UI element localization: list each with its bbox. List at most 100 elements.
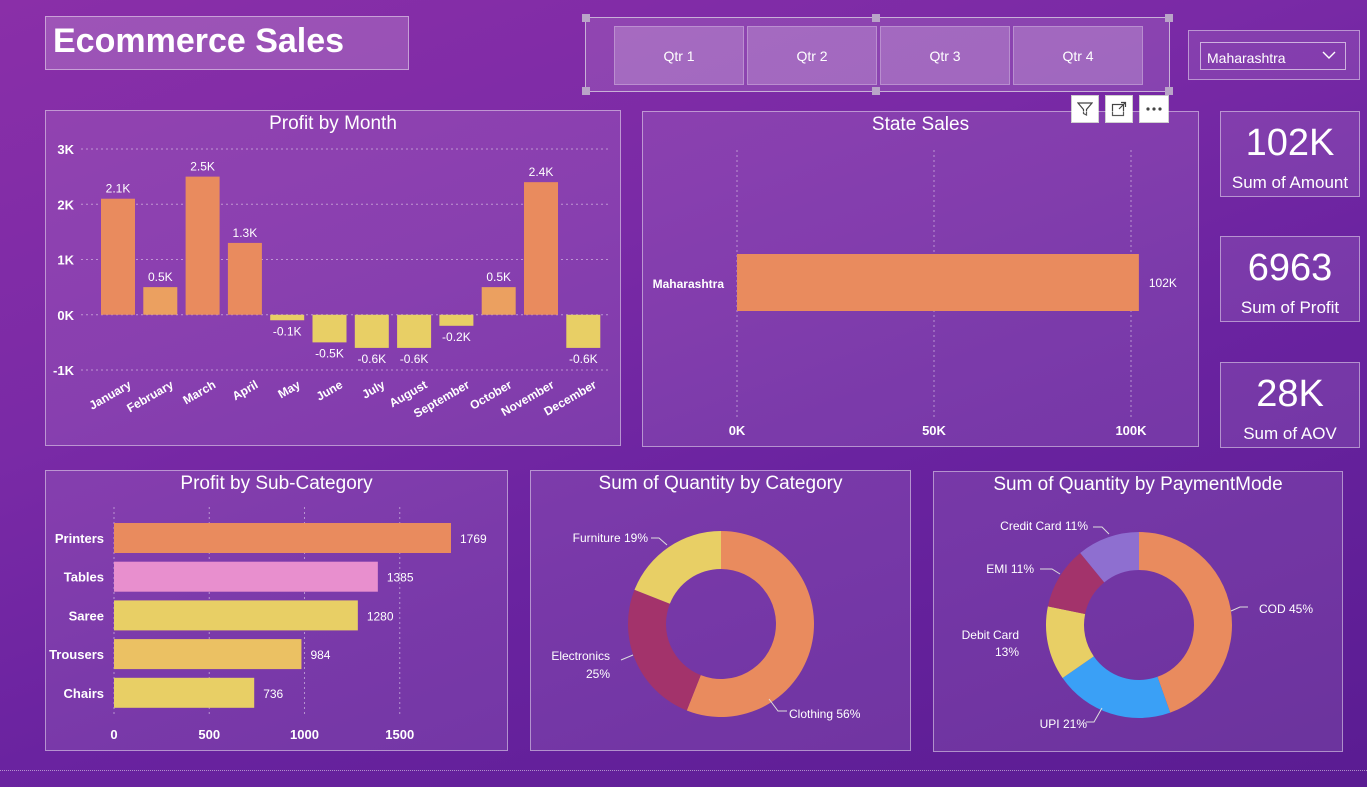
quantity-by-category-chart[interactable]: Sum of Quantity by Category Clothing 56%… [530, 470, 911, 751]
kpi-label: Sum of Amount [1231, 173, 1349, 192]
x-tick-label: June [314, 377, 346, 403]
state-dropdown[interactable]: Maharashtra [1200, 42, 1346, 70]
slice-label: Electronics [551, 649, 610, 663]
leader-line [620, 654, 634, 661]
y-tick-label: Saree [69, 608, 104, 623]
x-tick-label: 50K [922, 423, 946, 438]
qtr-3-button[interactable]: Qtr 3 [880, 26, 1010, 85]
resize-handle[interactable] [872, 87, 880, 95]
x-tick-label: May [275, 377, 302, 401]
state-sales-plot: 0K 50K 100K Maharashtra 102K [653, 150, 1177, 438]
data-label: 0.5K [148, 270, 173, 284]
resize-handle[interactable] [1165, 14, 1173, 22]
qtr-1-button[interactable]: Qtr 1 [614, 26, 744, 85]
leader-line [651, 537, 668, 546]
x-tick-label: 1500 [385, 727, 414, 742]
bar-november [524, 182, 558, 315]
qtr-4-button[interactable]: Qtr 4 [1013, 26, 1143, 85]
data-label: -0.5K [315, 346, 344, 360]
kpi-value: 28K [1256, 373, 1324, 415]
x-tick-label: 500 [198, 727, 220, 742]
data-label: 736 [263, 687, 283, 701]
bar-june [312, 314, 347, 343]
quantity-by-paymentmode-chart[interactable]: Sum of Quantity by PaymentMode COD 45% UP… [933, 471, 1343, 752]
y-tick-label: Printers [55, 531, 104, 546]
slice-label: Clothing 56% [789, 707, 861, 721]
bar-trousers [114, 639, 302, 670]
bar-saree [114, 600, 358, 631]
bar-december [566, 314, 601, 348]
kpi-profit-card: 6963 Sum of Profit [1220, 236, 1360, 322]
data-label: 2.1K [106, 182, 131, 196]
leader-line [1230, 606, 1248, 612]
y-tick-label: Trousers [49, 647, 104, 662]
slice-label: 13% [995, 645, 1019, 659]
data-label: 2.5K [190, 160, 215, 174]
profit-by-month-chart[interactable]: Profit by Month 3K 2K 1K 0K -1K 2.1K January 0.… [45, 110, 621, 446]
x-tick-label: 0 [110, 727, 117, 742]
bar-april [227, 242, 262, 315]
data-label: 1769 [460, 532, 487, 546]
bar-february [143, 287, 178, 315]
bar-october [481, 287, 516, 315]
data-label: 1280 [367, 609, 394, 623]
bar-may [270, 314, 305, 321]
bar-printers [114, 523, 451, 553]
data-label: 102K [1149, 276, 1177, 290]
slice-label: 25% [586, 667, 610, 681]
x-tick-label: 100K [1115, 423, 1147, 438]
leader-line [1086, 707, 1103, 723]
x-tick-label: March [180, 377, 218, 407]
quantity-by-paymentmode-plot: COD 45% UPI 21% Debit Card 13% EMI 11% Credit… [962, 519, 1314, 731]
y-tick-label: -1K [53, 363, 75, 378]
profit-by-subcategory-chart[interactable]: Profit by Sub-Category 0 500 1000 1500 Print… [45, 470, 508, 751]
leader-line [1093, 526, 1110, 535]
bar-chairs [114, 677, 255, 708]
data-label: 2.4K [529, 165, 554, 179]
resize-handle[interactable] [582, 87, 590, 95]
slice-label: UPI 21% [1040, 717, 1088, 731]
kpi-amount-card: 102K Sum of Amount [1220, 111, 1360, 197]
slice-label: EMI 11% [986, 562, 1034, 576]
state-dropdown-value: Maharashtra [1207, 50, 1286, 66]
slice-label: Credit Card 11% [1000, 519, 1088, 533]
x-tick-label: February [124, 377, 176, 415]
y-tick-label: 2K [57, 197, 74, 212]
chevron-down-icon [1321, 47, 1337, 66]
data-label: -0.6K [357, 352, 386, 366]
y-tick-label: 0K [57, 308, 74, 323]
quantity-by-category-plot: Clothing 56% Electronics 25% Furniture 19% [551, 531, 861, 721]
data-label: -0.1K [273, 324, 302, 338]
kpi-value: 6963 [1247, 247, 1333, 289]
bar-march [185, 176, 220, 315]
state-sales-chart[interactable]: State Sales 0K 50K 100K Maharashtra 102K [642, 111, 1199, 447]
x-tick-label: 1000 [290, 727, 319, 742]
quarter-slicer[interactable]: Qtr 1 Qtr 2 Qtr 3 Qtr 4 [582, 14, 1173, 95]
bar-july [354, 314, 389, 348]
data-label: 1.3K [233, 226, 258, 240]
title-box: Ecommerce Sales [45, 16, 409, 70]
slice-label: COD 45% [1259, 602, 1313, 616]
bar-january [101, 198, 135, 315]
resize-handle[interactable] [582, 14, 590, 22]
bar-tables [114, 561, 378, 592]
bar-maharashtra [737, 254, 1139, 311]
y-tick-label: Maharashtra [653, 277, 725, 291]
x-tick-label: July [360, 377, 388, 401]
resize-handle[interactable] [1165, 87, 1173, 95]
bar-september [439, 314, 474, 326]
resize-handle[interactable] [872, 14, 880, 22]
kpi-value: 102K [1245, 122, 1335, 164]
y-tick-label: 1K [57, 253, 74, 268]
kpi-label: Sum of Profit [1240, 298, 1340, 317]
divider [0, 770, 1367, 771]
x-tick-label: 0K [729, 423, 746, 438]
slice-label: Debit Card [962, 628, 1019, 642]
leader-line [1040, 568, 1061, 575]
qtr-2-button[interactable]: Qtr 2 [747, 26, 877, 85]
data-label: 984 [310, 648, 330, 662]
page-title: Ecommerce Sales [53, 22, 345, 60]
x-tick-label: April [230, 377, 261, 403]
bar-august [397, 314, 432, 348]
data-label: 1385 [387, 571, 414, 585]
